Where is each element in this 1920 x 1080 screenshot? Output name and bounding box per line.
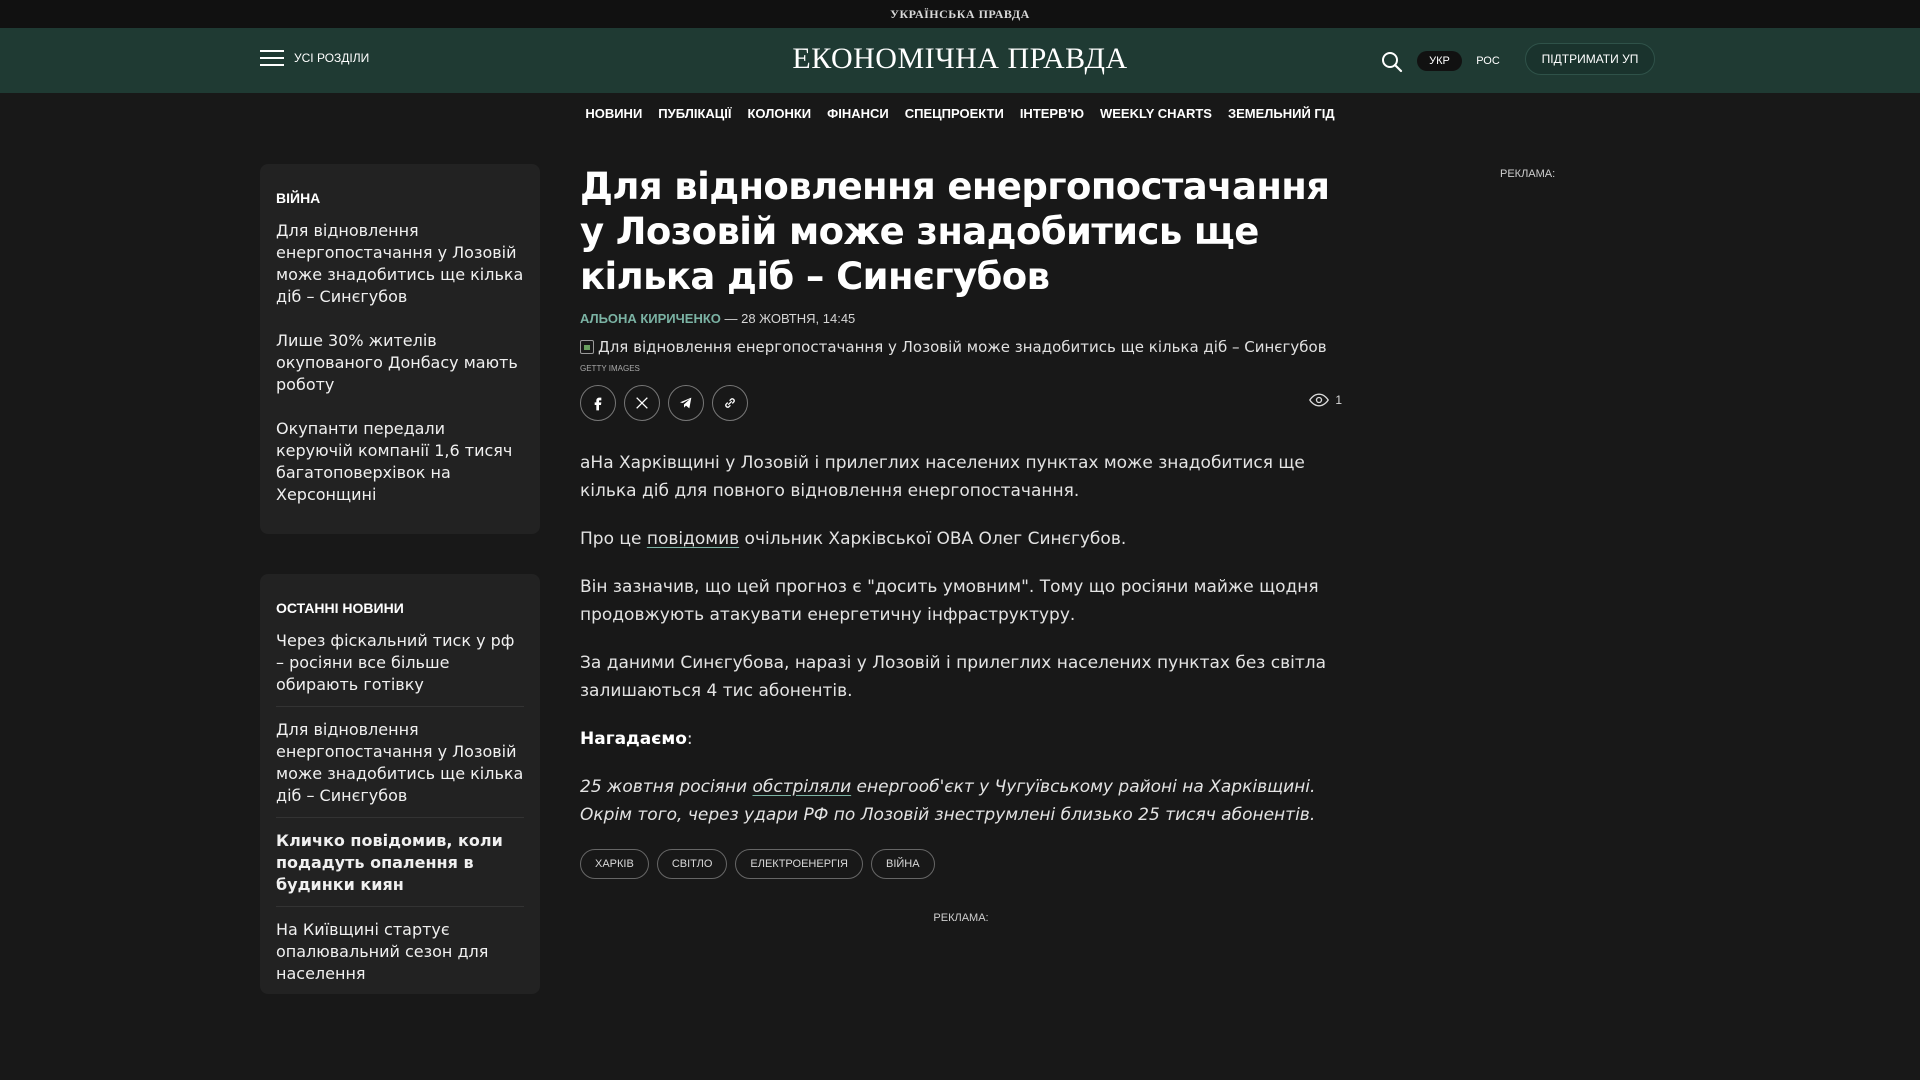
lang-ukr-button[interactable]: УКР bbox=[1417, 51, 1462, 71]
sidebar-latest-title[interactable]: ОСТАННІ НОВИНИ bbox=[276, 600, 524, 616]
ad-label-right: РЕКЛАМА: bbox=[1500, 168, 1556, 180]
paragraph-text: : bbox=[686, 729, 693, 749]
nav-item-specprojects[interactable]: СПЕЦПРОЕКТИ bbox=[905, 106, 1004, 121]
article-image: Для відновлення енергопостачання у Лозов… bbox=[580, 338, 1342, 356]
menu-label: УСІ РОЗДІЛИ bbox=[294, 51, 370, 65]
ad-label-bottom: РЕКЛАМА: bbox=[933, 912, 989, 924]
list-item[interactable]: Через фіскальний тиск у рф – росіяни все… bbox=[276, 630, 524, 707]
copy-link-button[interactable] bbox=[712, 385, 748, 421]
search-icon[interactable] bbox=[1380, 50, 1404, 74]
article-image-alt-text: Для відновлення енергопостачання у Лозов… bbox=[598, 338, 1327, 356]
tag-war[interactable]: ВІЙНА bbox=[871, 849, 935, 879]
top-strip: УКРАЇНСЬКА ПРАВДА bbox=[0, 0, 1920, 28]
broken-image-icon bbox=[580, 340, 594, 354]
telegram-icon bbox=[680, 397, 692, 409]
list-item[interactable]: Лише 30% жителів окупованого Донбасу маю… bbox=[276, 330, 524, 396]
views-count: 1 bbox=[1335, 393, 1342, 407]
share-telegram-button[interactable] bbox=[668, 385, 704, 421]
all-sections-menu-button[interactable]: УСІ РОЗДІЛИ bbox=[260, 50, 369, 66]
lang-ros-button[interactable]: РОС bbox=[1468, 51, 1508, 71]
x-twitter-icon bbox=[636, 397, 648, 409]
nav-item-finance[interactable]: ФІНАНСИ bbox=[827, 106, 889, 121]
list-item[interactable]: На Київщині стартує опалювальний сезон д… bbox=[276, 919, 524, 994]
article-body: аНа Харківщині у Лозовій і прилеглих нас… bbox=[580, 449, 1342, 829]
paragraph: аНа Харківщині у Лозовій і прилеглих нас… bbox=[580, 453, 1305, 501]
reported-link[interactable]: повідомив bbox=[647, 529, 739, 549]
author-link[interactable]: АЛЬОНА КИРИЧЕНКО bbox=[580, 311, 721, 326]
sidebar-war-title[interactable]: ВІЙНА bbox=[276, 190, 524, 206]
sidebar-latest-news-box: ОСТАННІ НОВИНИ Через фіскальний тиск у р… bbox=[260, 574, 540, 994]
link-icon bbox=[725, 398, 735, 408]
share-facebook-button[interactable] bbox=[580, 385, 616, 421]
ukrainska-pravda-brand-link[interactable]: УКРАЇНСЬКА ПРАВДА bbox=[890, 7, 1030, 22]
tag-light[interactable]: СВІТЛО bbox=[656, 849, 728, 879]
paragraph: Він зазначив, що цей прогноз є "досить у… bbox=[580, 577, 1319, 625]
site-header: УСІ РОЗДІЛИ ЕКОНОМІЧНА ПРАВДА УКР РОС ПІ… bbox=[0, 28, 1920, 93]
hamburger-icon bbox=[260, 50, 284, 66]
nav-item-columns[interactable]: КОЛОНКИ bbox=[748, 106, 812, 121]
eye-icon bbox=[1309, 393, 1330, 407]
list-item[interactable]: Для відновлення енергопостачання у Лозов… bbox=[276, 220, 524, 308]
paragraph: За даними Синєгубова, наразі у Лозовій і… bbox=[580, 653, 1327, 701]
nav-item-publications[interactable]: ПУБЛІКАЦІЇ bbox=[658, 106, 731, 121]
article: Для відновлення енергопостачання у Лозов… bbox=[580, 164, 1342, 879]
share-row: 1 bbox=[580, 385, 1342, 421]
paragraph-text: очільник Харківської ОВА Олег Синєгубов. bbox=[739, 529, 1127, 549]
reminder-label: Нагадаємо bbox=[580, 729, 687, 749]
nav-item-weekly-charts[interactable]: WEEKLY CHARTS bbox=[1100, 106, 1212, 121]
nav-item-news[interactable]: НОВИНИ bbox=[585, 106, 642, 121]
list-item[interactable]: Окупанти передали керуючій компанії 1,6 … bbox=[276, 418, 524, 506]
logo-text[interactable]: ЕКОНОМІЧНА ПРАВДА bbox=[792, 42, 1127, 75]
list-item[interactable]: Кличко повідомив, коли подадуть опалення… bbox=[276, 830, 524, 907]
article-headline: Для відновлення енергопостачання у Лозов… bbox=[580, 165, 1330, 298]
article-byline: АЛЬОНА КИРИЧЕНКО — 28 ЖОВТНЯ, 14:45 bbox=[580, 311, 1342, 326]
paragraph-text: 25 жовтня росіяни bbox=[580, 777, 753, 797]
section-nav: НОВИНИ ПУБЛІКАЦІЇ КОЛОНКИ ФІНАНСИ СПЕЦПР… bbox=[0, 93, 1920, 133]
share-x-button[interactable] bbox=[624, 385, 660, 421]
shelled-link[interactable]: обстріляли bbox=[752, 777, 851, 797]
image-credit: GETTY IMAGES bbox=[580, 364, 640, 373]
sidebar-war-box: ВІЙНА Для відновлення енергопостачання у… bbox=[260, 164, 540, 534]
views-counter: 1 bbox=[1309, 393, 1342, 407]
support-button[interactable]: ПІДТРИМАТИ УП bbox=[1525, 43, 1655, 75]
paragraph-text: Про це bbox=[580, 529, 647, 549]
tag-electricity[interactable]: ЕЛЕКТРОЕНЕРГІЯ bbox=[735, 849, 863, 879]
paragraph: 25 жовтня росіяни обстріляли енергооб'єк… bbox=[580, 773, 1342, 829]
tag-kharkiv[interactable]: ХАРКІВ bbox=[580, 849, 649, 879]
nav-item-interview[interactable]: ІНТЕРВ'Ю bbox=[1020, 106, 1084, 121]
paragraph: Нагадаємо: bbox=[580, 725, 1342, 753]
tag-list: ХАРКІВ СВІТЛО ЕЛЕКТРОЕНЕРГІЯ ВІЙНА bbox=[580, 849, 1342, 879]
article-date: — 28 ЖОВТНЯ, 14:45 bbox=[720, 311, 856, 326]
paragraph: Про це повідомив очільник Харківської ОВ… bbox=[580, 525, 1342, 553]
facebook-icon bbox=[594, 397, 602, 411]
list-item[interactable]: Для відновлення енергопостачання у Лозов… bbox=[276, 719, 524, 818]
nav-item-land-guide[interactable]: ЗЕМЕЛЬНИЙ ГІД bbox=[1228, 106, 1335, 121]
